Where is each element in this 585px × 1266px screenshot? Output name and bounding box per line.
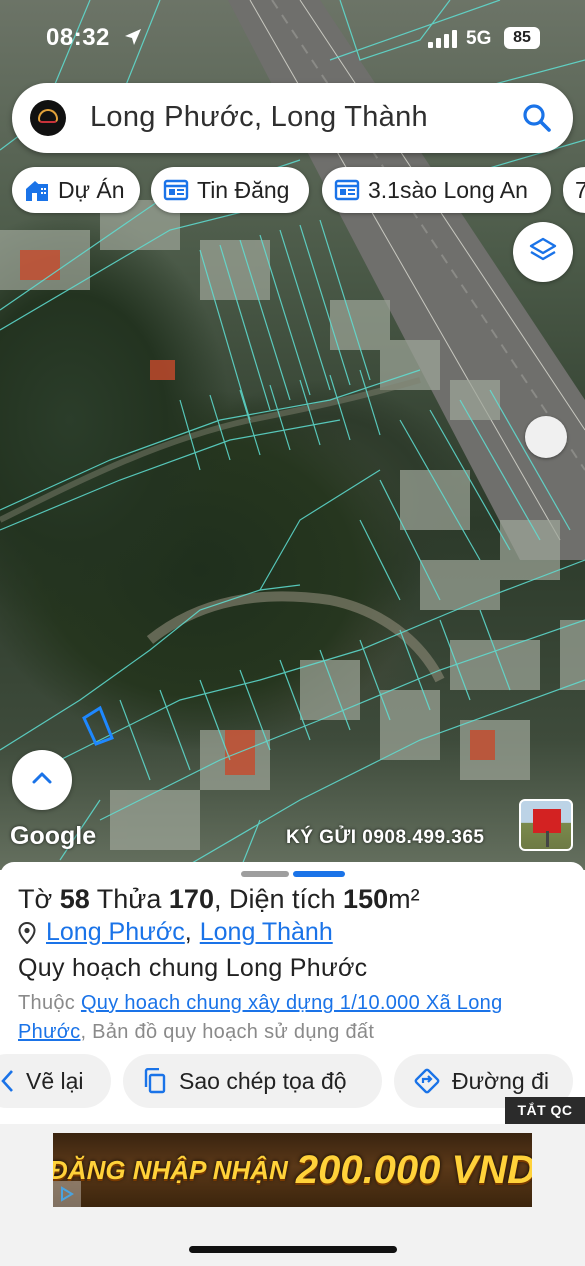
chip-label: 3.1sào Long An — [368, 176, 528, 203]
lot-prefix: Thửa — [96, 884, 162, 914]
area-value: 150 — [343, 884, 389, 914]
sheet-number: 58 — [59, 884, 90, 914]
chip-label: 7 — [575, 176, 585, 203]
parcel-title: Tờ 58 Thửa 170, Diện tích 150m² — [18, 884, 420, 915]
listing-card-icon — [334, 179, 360, 201]
layers-icon — [528, 235, 558, 270]
search-icon[interactable] — [522, 103, 552, 138]
plan-suffix: , Bản đồ quy hoạch sử dụng đất — [80, 1021, 375, 1043]
action-label: Vẽ lại — [26, 1067, 84, 1094]
listing-thumbnail[interactable] — [519, 799, 573, 851]
adchoices-icon[interactable] — [53, 1181, 81, 1207]
status-time: 08:32 — [46, 24, 110, 51]
action-label: Đường đi — [452, 1067, 549, 1094]
ward-link[interactable]: Long Phước — [46, 918, 185, 947]
sheet-prefix: Tờ — [18, 884, 53, 914]
listing-card-icon — [163, 179, 189, 201]
search-input[interactable]: Long Phước, Long Thành — [90, 101, 428, 134]
selected-parcel[interactable] — [82, 705, 114, 746]
project-building-icon — [24, 178, 50, 202]
pin-icon — [18, 921, 36, 944]
chip-tin-dang[interactable]: Tin Đăng — [151, 167, 309, 213]
location-separator: , — [184, 918, 192, 946]
sheet-handle[interactable] — [241, 871, 289, 877]
search-bar[interactable]: Long Phước, Long Thành — [12, 83, 573, 153]
location-arrow-icon — [124, 28, 142, 51]
plan-prefix: Thuộc — [18, 992, 76, 1014]
plan-title: Quy hoạch chung Long Phước — [18, 954, 368, 982]
expand-button[interactable] — [12, 750, 72, 810]
redraw-icon — [0, 1069, 14, 1093]
chip-label: Tin Đăng — [197, 176, 290, 203]
chevron-up-icon — [31, 771, 53, 790]
chip-du-an[interactable]: Dự Án — [12, 167, 140, 213]
area-unit: m² — [388, 884, 420, 914]
app-logo[interactable] — [30, 100, 66, 136]
signal-bars-icon — [428, 30, 458, 53]
redraw-button[interactable]: Vẽ lại — [0, 1054, 111, 1108]
layers-button[interactable] — [513, 222, 573, 282]
google-logo: Google — [10, 822, 97, 850]
hide-ads-button[interactable]: TẮT QC — [505, 1097, 585, 1124]
sheet-handle-active[interactable] — [293, 871, 345, 877]
consign-text: KÝ GỬI 0908.499.365 — [286, 827, 485, 848]
chip-listing-long-an[interactable]: 3.1sào Long An — [322, 167, 551, 213]
chip-label: Dự Án — [58, 176, 125, 203]
banner-line2: 200.000 VND — [295, 1147, 532, 1192]
copy-coordinates-button[interactable]: Sao chép tọa độ — [123, 1054, 382, 1108]
ad-banner[interactable]: ĐĂNG NHẬP NHẬN 200.000 VND — [53, 1133, 532, 1207]
network-type: 5G — [466, 28, 492, 49]
lot-number: 170 — [168, 884, 214, 914]
banner-line1: ĐĂNG NHẬP NHẬN — [53, 1154, 288, 1185]
home-indicator[interactable] — [189, 1246, 397, 1253]
plan-description: Thuộc Quy hoach chung xây dựng 1/10.000 … — [18, 989, 568, 1047]
area-prefix: , Diện tích — [213, 884, 336, 914]
directions-icon — [414, 1068, 440, 1094]
action-label: Sao chép tọa độ — [179, 1067, 347, 1094]
status-bar: 08:32 5G 85 — [0, 0, 585, 78]
map-handle[interactable] — [525, 416, 567, 458]
location-row: Long Phước, Long Thành — [18, 918, 333, 947]
battery-indicator: 85 — [504, 27, 540, 49]
copy-icon — [143, 1068, 167, 1094]
district-link[interactable]: Long Thành — [200, 918, 333, 947]
